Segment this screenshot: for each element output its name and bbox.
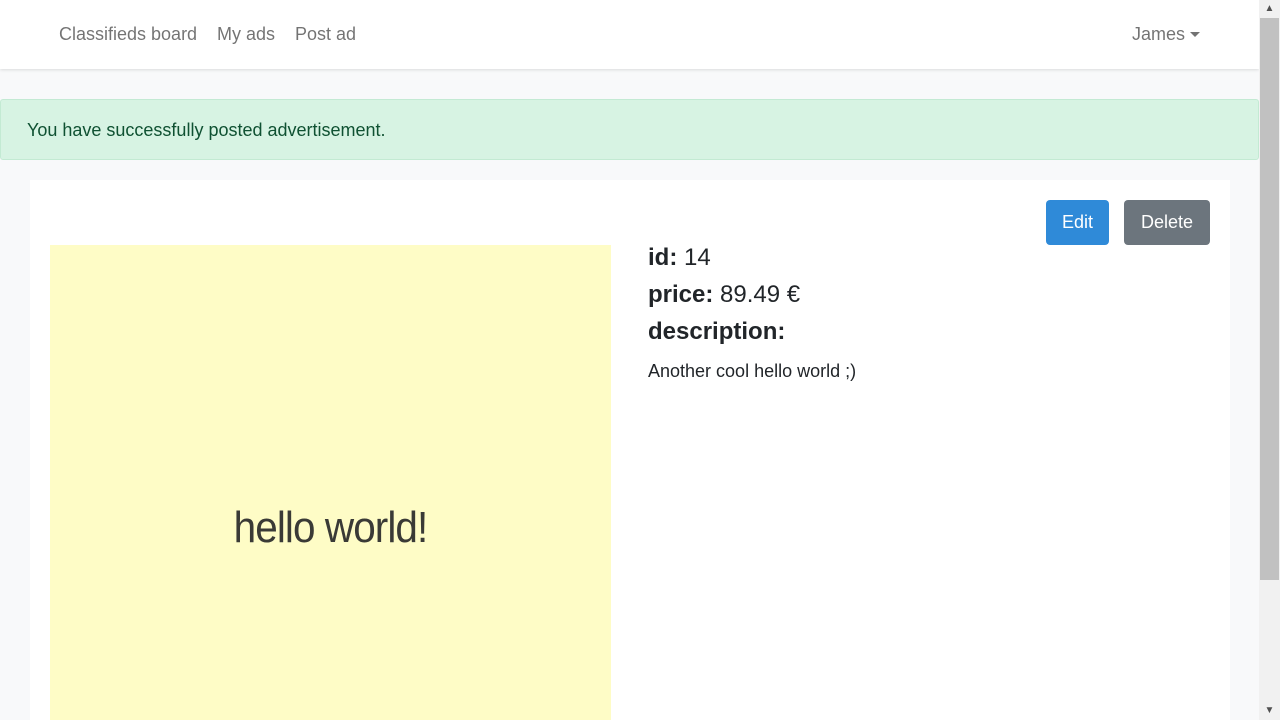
delete-button[interactable]: Delete xyxy=(1124,200,1210,245)
alert-message: You have successfully posted advertiseme… xyxy=(27,120,386,140)
scrollbar-thumb[interactable] xyxy=(1260,18,1279,580)
price-label: price: xyxy=(648,281,714,308)
nav-my-ads-link[interactable]: My ads xyxy=(217,22,275,46)
caret-down-icon[interactable] xyxy=(1190,32,1200,37)
nav-brand-link[interactable]: Classifieds board xyxy=(59,22,197,46)
user-menu-toggle[interactable]: James xyxy=(1132,22,1185,46)
ad-card: Edit Delete hello world! id: 14 price: 8… xyxy=(30,180,1230,720)
ad-image: hello world! xyxy=(50,245,611,720)
scroll-up-icon[interactable]: ▲ xyxy=(1259,0,1280,18)
ad-image-text: hello world! xyxy=(233,503,429,552)
page: Classifieds board My ads Post ad James Y… xyxy=(0,0,1259,720)
ad-id-row: id: 14 xyxy=(648,244,711,272)
ad-description-row: description: xyxy=(648,318,785,346)
nav-post-ad-link[interactable]: Post ad xyxy=(295,22,356,46)
description-value: Another cool hello world ;) xyxy=(648,361,857,381)
price-value: 89.49 € xyxy=(720,281,801,308)
id-value: 14 xyxy=(684,244,711,271)
scroll-down-icon[interactable]: ▼ xyxy=(1259,702,1280,720)
description-label: description: xyxy=(648,318,786,345)
navbar: Classifieds board My ads Post ad James xyxy=(0,0,1259,69)
edit-button[interactable]: Edit xyxy=(1046,200,1109,245)
id-label: id: xyxy=(648,244,678,271)
success-alert: You have successfully posted advertiseme… xyxy=(0,99,1259,160)
ad-price-row: price: 89.49 € xyxy=(648,281,800,309)
